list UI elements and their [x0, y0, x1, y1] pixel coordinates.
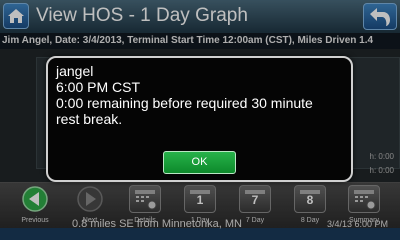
dialog-time: 6:00 PM CST: [56, 79, 141, 95]
rest-break-alert-dialog: jangel 6:00 PM CST 0:00 remaining before…: [46, 56, 353, 182]
ok-button[interactable]: OK: [163, 151, 236, 174]
app-screen: View HOS - 1 Day Graph Jim Angel, Date: …: [0, 0, 400, 240]
dialog-message-line: 0:00 remaining before required 30 minute: [56, 95, 313, 111]
dialog-user: jangel: [56, 63, 94, 79]
dialog-message: jangel 6:00 PM CST 0:00 remaining before…: [56, 63, 346, 127]
dialog-message-line: rest break.: [56, 111, 123, 127]
